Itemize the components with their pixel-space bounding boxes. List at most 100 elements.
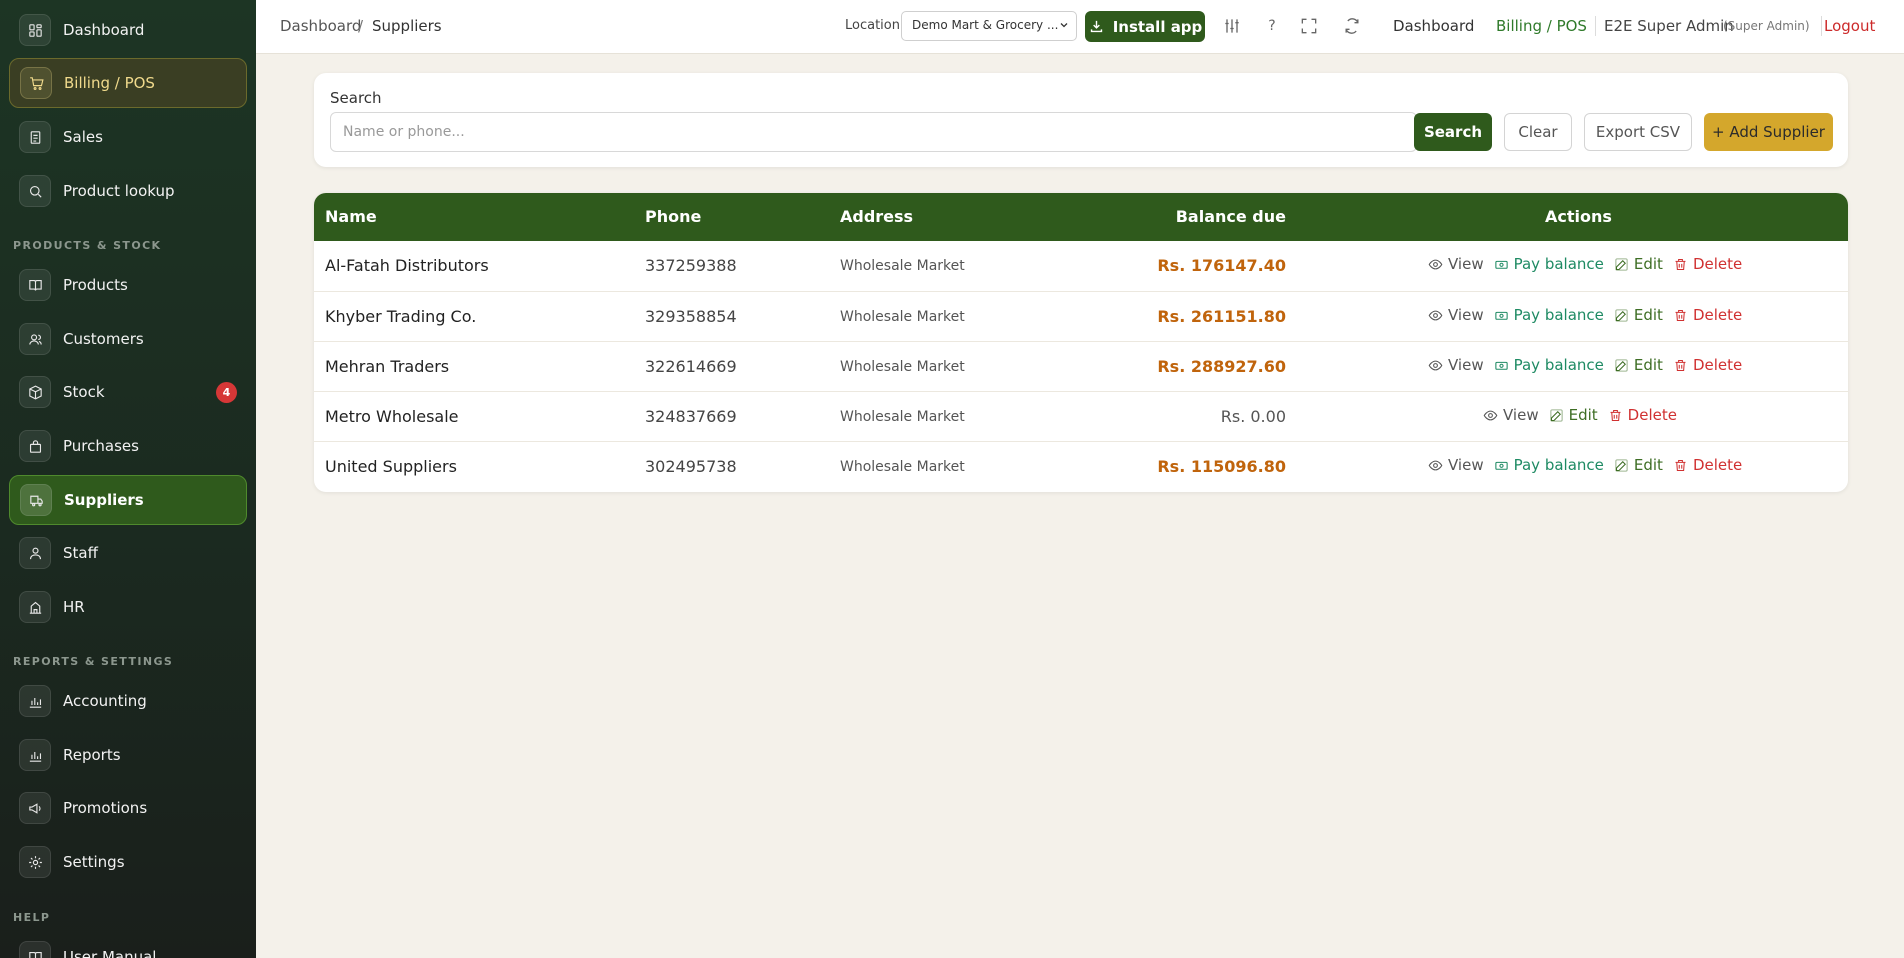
chevron-down-icon [1060,23,1068,28]
money-icon [1494,260,1508,269]
user-role: (Super Admin) [1723,19,1810,33]
sidebar-item-product-lookup[interactable]: Product lookup [9,166,247,216]
download-icon [1090,20,1102,33]
sidebar-item-products[interactable]: Products [9,260,247,310]
supplier-phone: 329358854 [645,307,737,326]
sidebar-item-customers[interactable]: Customers [9,314,247,364]
sidebar-item-accounting[interactable]: Accounting [9,676,247,726]
edit-icon [1615,358,1628,372]
sidebar-item-reports[interactable]: Reports [9,730,247,780]
pay-balance-button[interactable]: Pay balance [1494,306,1604,324]
view-button[interactable]: View [1483,406,1539,424]
refresh-icon[interactable] [1341,15,1363,37]
supplier-address: Wholesale Market [840,409,965,425]
logout-link[interactable]: Logout [1824,17,1875,35]
trash-icon [1675,309,1686,321]
supplier-name: Al-Fatah Distributors [325,256,489,275]
view-label: View [1448,306,1484,324]
eye-icon [1428,310,1443,320]
supplier-balance: Rs. 0.00 [1220,407,1286,426]
section-reports-settings: REPORTS & SETTINGS [13,655,174,668]
receipt-icon [19,121,51,153]
search-icon [19,175,51,207]
nav-dashboard-link[interactable]: Dashboard [1393,17,1474,35]
building-icon [19,591,51,623]
location-label: Location [845,18,900,33]
header-address: Address [840,207,914,226]
delete-button[interactable]: Delete [1673,456,1742,474]
sidebar-item-stock[interactable]: Stock 4 [9,367,247,417]
edit-button[interactable]: Edit [1614,306,1663,324]
sidebar-item-label: Products [63,276,128,294]
view-button[interactable]: View [1428,255,1484,273]
header-balance: Balance due [1175,207,1286,226]
sidebar-item-label: Suppliers [64,491,144,509]
delete-button[interactable]: Delete [1673,306,1742,324]
install-app-button[interactable]: Install app [1085,11,1205,42]
eye-icon [1428,259,1443,269]
pay-balance-button[interactable]: Pay balance [1494,356,1604,374]
location-select[interactable]: Demo Mart & Grocery ... [901,11,1077,41]
supplier-balance: Rs. 261151.80 [1157,307,1286,326]
sidebar-item-label: Purchases [63,437,139,455]
supplier-name: United Suppliers [325,457,457,476]
search-input[interactable] [330,112,1417,152]
supplier-address: Wholesale Market [840,359,965,375]
delete-button[interactable]: Delete [1608,406,1677,424]
supplier-phone: 302495738 [645,457,737,476]
add-supplier-button[interactable]: + Add Supplier [1704,113,1833,151]
sidebar-item-promotions[interactable]: Promotions [9,783,247,833]
delete-button[interactable]: Delete [1673,255,1742,273]
export-csv-button[interactable]: Export CSV [1584,113,1692,151]
sliders-icon[interactable] [1221,15,1243,37]
sidebar-item-label: Product lookup [63,182,175,200]
clear-button[interactable]: Clear [1504,113,1572,151]
delete-label: Delete [1627,406,1677,424]
sidebar-item-label: Sales [63,128,103,146]
edit-label: Edit [1568,406,1598,424]
delete-button[interactable]: Delete [1673,356,1742,374]
sidebar-item-label: User Manual [63,948,157,958]
sidebar-item-suppliers[interactable]: Suppliers [9,475,247,525]
sidebar-item-billing-pos[interactable]: Billing / POS [9,58,247,108]
sidebar-item-user-manual[interactable]: User Manual [9,932,247,958]
sidebar-item-label: Billing / POS [64,74,155,92]
view-button[interactable]: View [1428,306,1484,324]
install-app-label: Install app [1112,17,1203,36]
edit-label: Edit [1633,255,1663,273]
view-button[interactable]: View [1428,456,1484,474]
edit-button[interactable]: Edit [1614,356,1663,374]
user-name: E2E Super Admin [1604,17,1734,35]
breadcrumb-dashboard[interactable]: Dashboard [280,17,361,35]
table-row: Khyber Trading Co. 329358854 Wholesale M… [314,291,1848,341]
sidebar-item-sales[interactable]: Sales [9,112,247,162]
edit-button[interactable]: Edit [1549,406,1598,424]
truck-icon [20,484,52,516]
view-label: View [1448,255,1484,273]
help-icon[interactable]: ? [1261,15,1283,37]
edit-label: Edit [1633,306,1663,324]
sidebar-item-hr[interactable]: HR [9,582,247,632]
search-button[interactable]: Search [1414,113,1492,151]
sidebar-item-label: Staff [63,544,98,562]
nav-billing-link[interactable]: Billing / POS [1496,17,1587,35]
view-button[interactable]: View [1428,356,1484,374]
sidebar-item-purchases[interactable]: Purchases [9,421,247,471]
table-row: Mehran Traders 322614669 Wholesale Marke… [314,341,1848,391]
cart-icon [20,67,52,99]
sidebar-item-label: Reports [63,746,121,764]
edit-button[interactable]: Edit [1614,255,1663,273]
pay-label: Pay balance [1513,255,1604,273]
sidebar-item-staff[interactable]: Staff [9,528,247,578]
delete-label: Delete [1692,255,1743,273]
sidebar-item-settings[interactable]: Settings [9,837,247,887]
pay-balance-button[interactable]: Pay balance [1494,456,1604,474]
sidebar-item-dashboard[interactable]: Dashboard [9,5,247,55]
edit-button[interactable]: Edit [1614,456,1663,474]
sidebar: Dashboard Billing / POS Sales Product lo… [0,0,256,958]
fullscreen-icon[interactable] [1298,15,1320,37]
money-icon [1494,311,1508,320]
pay-balance-button[interactable]: Pay balance [1494,255,1604,273]
edit-icon [1615,257,1628,271]
supplier-phone: 324837669 [645,407,737,426]
